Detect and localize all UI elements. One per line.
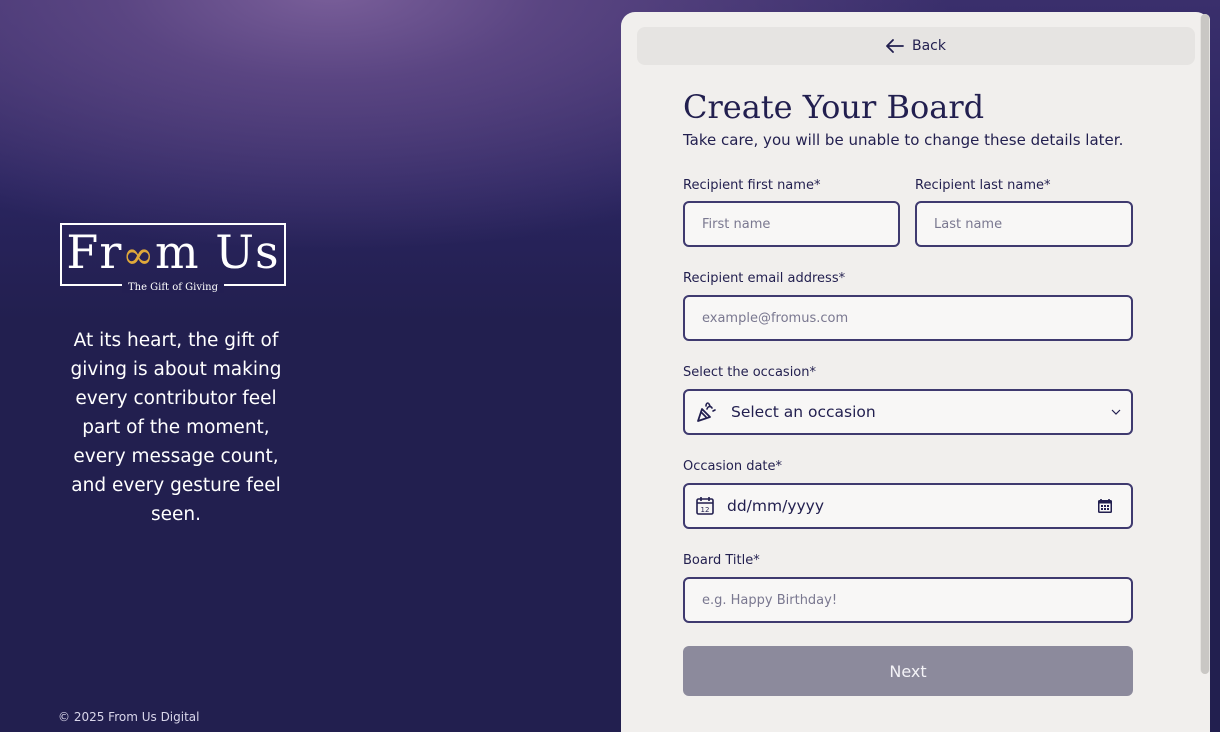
last-name-label: Recipient last name*	[915, 178, 1051, 193]
calendar-icon: 12	[696, 497, 714, 515]
first-name-label: Recipient first name*	[683, 178, 821, 193]
first-name-input[interactable]	[700, 215, 883, 233]
email-input[interactable]	[700, 309, 1116, 327]
board-title-label: Board Title*	[683, 553, 760, 568]
logo-text: Fr∞m Us	[66, 225, 280, 279]
first-name-field[interactable]	[683, 201, 900, 247]
board-title-input[interactable]	[700, 591, 1116, 609]
next-button[interactable]: Next	[683, 646, 1133, 696]
email-label: Recipient email address*	[683, 271, 846, 286]
scrollbar-thumb[interactable]	[1201, 14, 1209, 674]
page-title: Create Your Board	[683, 88, 985, 126]
back-label: Back	[912, 38, 946, 54]
svg-text:12: 12	[701, 506, 710, 514]
logo-subtitle: The Gift of Giving	[121, 282, 225, 293]
board-title-field[interactable]	[683, 577, 1133, 623]
form-panel: Back Create Your Board Take care, you wi…	[621, 12, 1210, 732]
last-name-input[interactable]	[932, 215, 1116, 233]
tagline: At its heart, the gift of giving is abou…	[70, 330, 282, 525]
chevron-down-icon	[1111, 409, 1121, 415]
page-subtitle: Take care, you will be unable to change …	[683, 131, 1124, 149]
logo: Fr∞m Us The Gift of Giving	[60, 223, 286, 293]
arrow-left-icon	[886, 39, 904, 53]
date-field[interactable]: 12 dd/mm/yyyy	[683, 483, 1133, 529]
scrollbar[interactable]	[1200, 14, 1210, 674]
date-label: Occasion date*	[683, 459, 783, 474]
date-picker-icon[interactable]	[1097, 498, 1113, 514]
date-value: dd/mm/yyyy	[727, 497, 825, 515]
copyright: © 2025 From Us Digital	[58, 710, 200, 724]
occasion-select[interactable]: Select an occasion	[683, 389, 1133, 435]
email-field[interactable]	[683, 295, 1133, 341]
party-popper-icon	[697, 402, 716, 422]
back-button[interactable]: Back	[637, 27, 1195, 65]
occasion-value: Select an occasion	[731, 403, 876, 421]
last-name-field[interactable]	[915, 201, 1133, 247]
occasion-label: Select the occasion*	[683, 365, 816, 380]
brand-section: Fr∞m Us The Gift of Giving At its heart,…	[0, 0, 620, 724]
